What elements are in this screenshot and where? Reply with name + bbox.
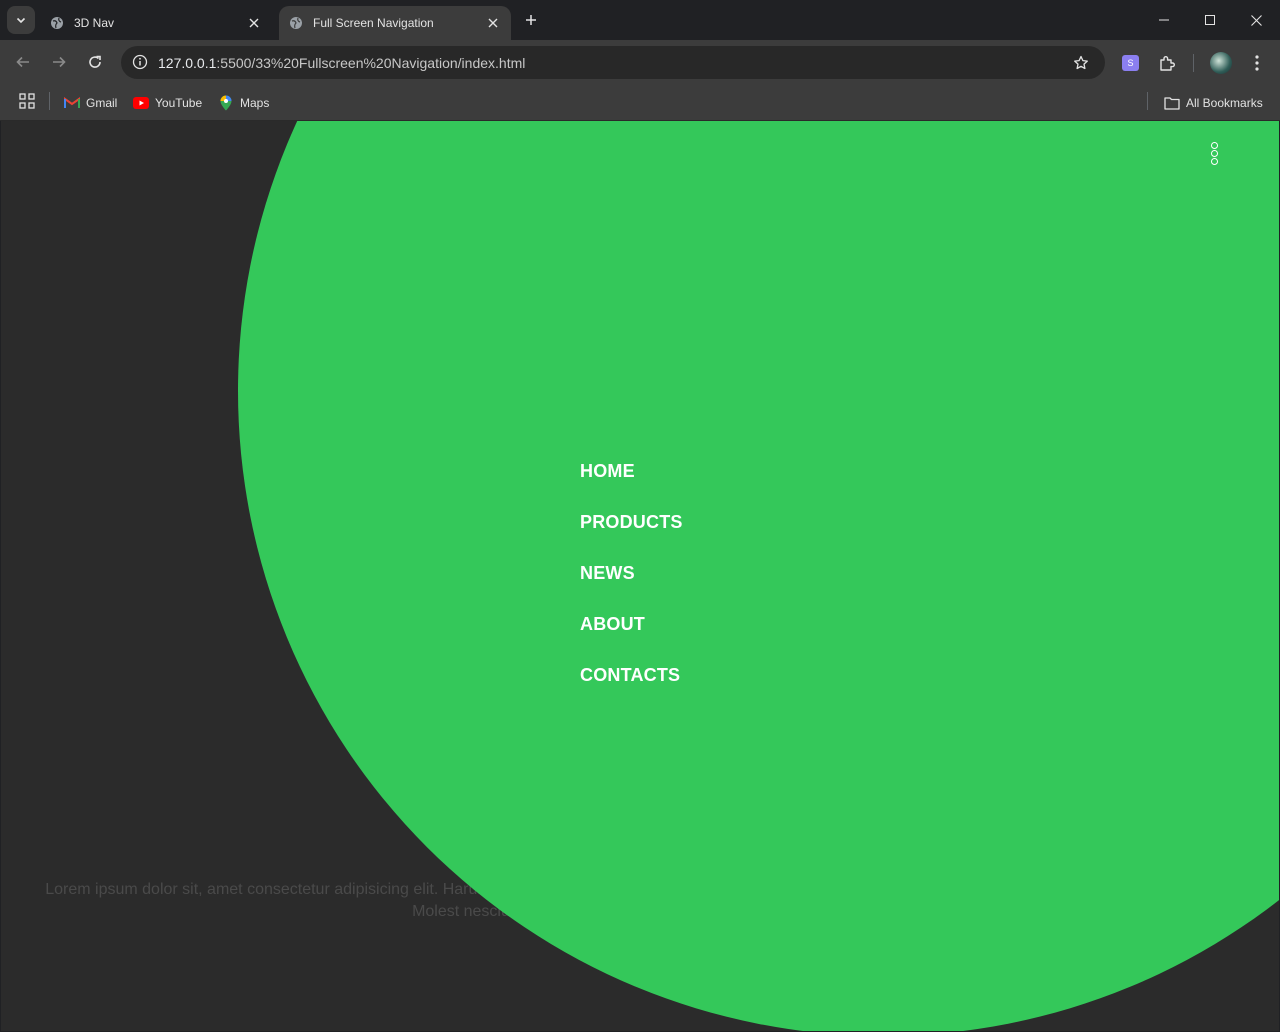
gmail-icon: [64, 95, 80, 111]
menu-item: PRODUCTS: [580, 512, 683, 563]
profile-avatar[interactable]: [1210, 52, 1232, 74]
chevron-down-icon: [16, 17, 26, 24]
tab-full-screen-navigation[interactable]: Full Screen Navigation: [279, 6, 511, 40]
menu-item: NEWS: [580, 563, 683, 614]
nav-link-products[interactable]: PRODUCTS: [580, 512, 683, 533]
all-bookmarks-button[interactable]: All Bookmarks: [1164, 91, 1263, 115]
arrow-right-icon: [53, 56, 66, 68]
all-bookmarks-label: All Bookmarks: [1186, 96, 1263, 110]
nav-link-about[interactable]: ABOUT: [580, 614, 645, 635]
menu-item: CONTACTS: [580, 665, 683, 716]
reload-button[interactable]: [81, 48, 109, 76]
bookmark-gmail[interactable]: Gmail: [64, 91, 117, 115]
menu-item: ABOUT: [580, 614, 683, 665]
tab-title: 3D Nav: [74, 16, 115, 30]
info-icon[interactable]: [129, 51, 151, 73]
arrow-left-icon: [16, 56, 29, 68]
back-button[interactable]: [9, 48, 37, 76]
bookmarks-bar: Gmail YouTube Maps All Bookmarks: [0, 85, 1280, 121]
new-tab-button[interactable]: [519, 8, 543, 32]
menu-toggle-button[interactable]: [1202, 138, 1226, 168]
tab-strip: 3D Nav Full Screen Navigation: [0, 0, 1280, 40]
bookmark-label: Gmail: [86, 96, 118, 110]
bookmark-label: Maps: [240, 96, 270, 110]
dots-vertical-icon: [1210, 157, 1218, 165]
address-bar[interactable]: 127.0.0.1:5500/33%20Fullscreen%20Navigat…: [121, 46, 1105, 79]
bookmark-star-icon[interactable]: [1071, 53, 1091, 73]
maximize-icon: [1205, 15, 1215, 25]
close-icon[interactable]: [246, 15, 262, 31]
nav-link-news[interactable]: NEWS: [580, 563, 635, 584]
nav-link-contacts[interactable]: CONTACTS: [580, 665, 680, 686]
plus-icon: [526, 15, 536, 25]
bookmarks-divider: [49, 92, 50, 110]
bookmark-youtube[interactable]: YouTube: [133, 91, 202, 115]
tab-title: Full Screen Navigation: [313, 16, 434, 30]
bookmark-label: YouTube: [155, 96, 203, 110]
browser-menu-button[interactable]: [1247, 52, 1267, 74]
bookmarks-divider: [1147, 92, 1148, 110]
toolbar-divider: [1193, 54, 1194, 72]
maps-icon: [218, 95, 234, 111]
globe-icon: [289, 16, 303, 30]
close-window-button[interactable]: [1233, 0, 1279, 40]
apps-grid-icon[interactable]: [19, 93, 35, 109]
close-icon[interactable]: [485, 15, 501, 31]
url-path: :5500/33%20Fullscreen%20Navigation/index…: [216, 55, 526, 71]
folder-icon: [1164, 95, 1180, 111]
bookmark-maps[interactable]: Maps: [218, 91, 269, 115]
browser-toolbar: 127.0.0.1:5500/33%20Fullscreen%20Navigat…: [0, 40, 1280, 85]
dots-vertical-icon: [1210, 149, 1218, 157]
tab-search-button[interactable]: [7, 6, 35, 34]
menu-item: HOME: [580, 461, 683, 512]
globe-icon: [50, 16, 64, 30]
dots-vertical-icon: [1210, 141, 1218, 149]
forward-button[interactable]: [45, 48, 73, 76]
maximize-button[interactable]: [1187, 0, 1233, 40]
reload-icon: [89, 55, 101, 68]
youtube-icon: [133, 95, 149, 111]
extension-icon[interactable]: S: [1122, 55, 1139, 71]
close-icon: [1250, 14, 1262, 26]
tab-3d-nav[interactable]: 3D Nav: [40, 6, 272, 40]
minimize-icon: [1159, 19, 1169, 21]
more-vert-icon: [1255, 55, 1259, 71]
page-viewport: Lorem ipsum dolor sit, amet consectetur …: [1, 121, 1279, 1031]
url-text: 127.0.0.1:5500/33%20Fullscreen%20Navigat…: [158, 55, 525, 71]
url-host: 127.0.0.1: [158, 55, 217, 71]
fullscreen-nav-menu: HOME PRODUCTS NEWS ABOUT CONTACTS: [580, 461, 683, 716]
minimize-button[interactable]: [1141, 0, 1187, 40]
nav-link-home[interactable]: HOME: [580, 461, 635, 482]
extensions-puzzle-icon[interactable]: [1156, 52, 1178, 74]
